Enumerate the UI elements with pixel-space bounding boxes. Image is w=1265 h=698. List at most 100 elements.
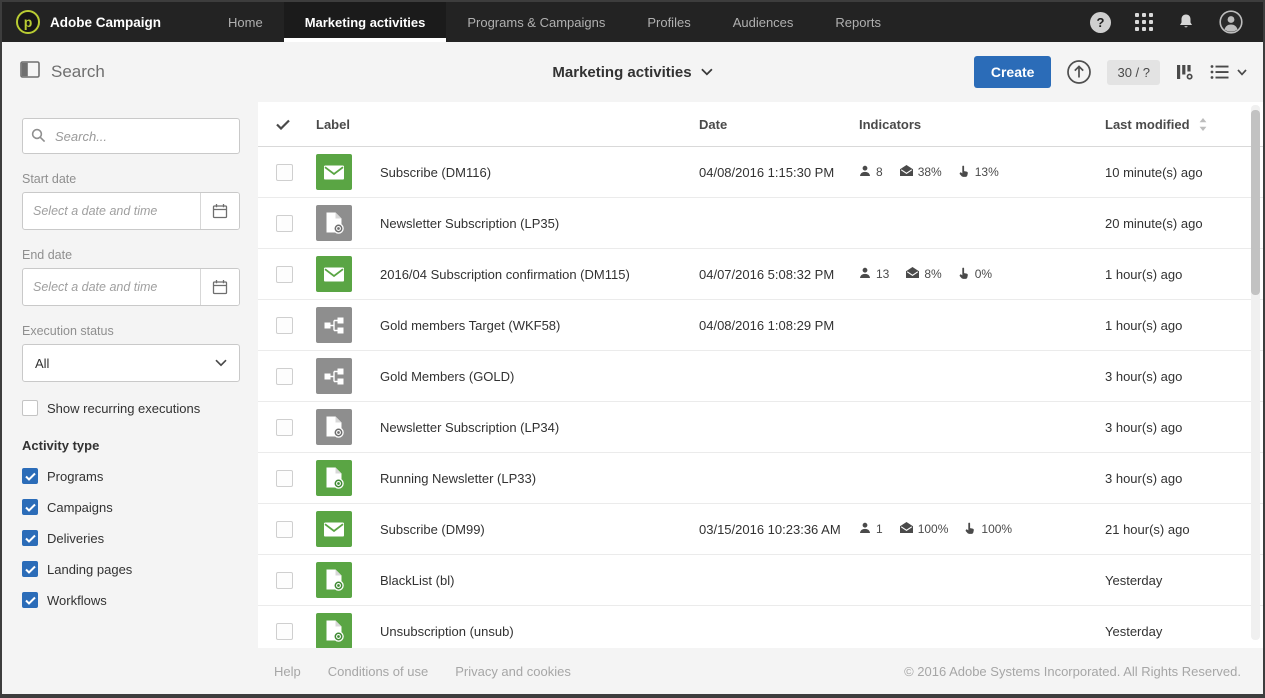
row-date: 04/07/2016 5:08:32 PM (699, 266, 835, 282)
nav-item-reports[interactable]: Reports (814, 2, 902, 42)
click-rate-icon (959, 165, 970, 180)
click-rate-indicator: 13% (959, 165, 999, 180)
footer-link-privacy-and-cookies[interactable]: Privacy and cookies (455, 664, 571, 679)
sort-icon[interactable] (1199, 117, 1207, 131)
activity-type-campaigns[interactable]: Campaigns (22, 499, 240, 515)
activity-type-programs[interactable]: Programs (22, 468, 240, 484)
email-icon (316, 154, 352, 190)
help-icon[interactable]: ? (1090, 11, 1111, 33)
start-date-input[interactable] (23, 193, 200, 229)
start-date-label: Start date (22, 172, 77, 186)
notifications-bell-icon[interactable] (1177, 13, 1195, 31)
table-row[interactable]: BlackList (bl) Yesterday (258, 555, 1263, 606)
execution-status-label: Execution status (22, 324, 114, 338)
table-row[interactable]: Unsubscription (unsub) Yesterday (258, 606, 1263, 648)
table-row[interactable]: 2016/04 Subscription confirmation (DM115… (258, 249, 1263, 300)
audience-icon (859, 267, 871, 282)
select-all-check-icon[interactable] (276, 119, 316, 130)
activity-type-workflows[interactable]: Workflows (22, 592, 240, 608)
context-selector[interactable]: Marketing activities (552, 63, 713, 81)
recurring-executions-checkbox-row[interactable]: Show recurring executions (22, 400, 240, 416)
search-input[interactable] (22, 118, 240, 154)
column-header-date[interactable]: Date (699, 117, 859, 132)
adobe-campaign-app: p Adobe Campaign Home Marketing activitie… (0, 0, 1265, 698)
row-indicators: 8 38% 13% (859, 165, 1105, 180)
indicator-value: 38% (917, 165, 942, 179)
top-nav-bar: p Adobe Campaign Home Marketing activitie… (2, 2, 1263, 42)
table-row[interactable]: Gold members Target (WKF58) 04/08/2016 1:… (258, 300, 1263, 351)
column-header-indicators[interactable]: Indicators (859, 117, 1105, 132)
indicator-value: 13 (876, 267, 890, 281)
activity-type-label: Workflows (47, 592, 107, 608)
activity-type-landing-pages[interactable]: Landing pages (22, 561, 240, 577)
toolbar: Search Marketing activities Create 30 / … (2, 42, 1263, 102)
scrollbar-thumb[interactable] (1251, 110, 1260, 295)
nav-item-programs-campaigns[interactable]: Programs & Campaigns (446, 2, 626, 42)
open-rate-icon (906, 267, 920, 281)
column-header-last-modified[interactable]: Last modified (1105, 117, 1255, 132)
column-header-label[interactable]: Label (316, 117, 699, 132)
landing-page-icon (316, 460, 352, 496)
row-last-modified: 1 hour(s) ago (1105, 266, 1183, 282)
end-date-label: End date (22, 248, 73, 262)
nav-item-marketing-activities[interactable]: Marketing activities (283, 2, 447, 42)
context-selector-label: Marketing activities (552, 63, 692, 81)
search-panel-header[interactable]: Search (2, 61, 105, 83)
apps-grid-icon[interactable] (1135, 13, 1153, 31)
adobe-campaign-logo-icon[interactable]: p (16, 10, 40, 34)
checkbox-landing-pages[interactable] (22, 561, 38, 577)
row-checkbox[interactable] (276, 571, 293, 589)
create-button[interactable]: Create (973, 56, 1052, 88)
checkbox-deliveries[interactable] (22, 530, 38, 546)
row-icon-cell (316, 256, 380, 292)
audience-icon (859, 165, 871, 180)
end-date-input[interactable] (23, 269, 200, 305)
table-row[interactable]: Running Newsletter (LP33) 3 hour(s) ago (258, 453, 1263, 504)
row-checkbox[interactable] (276, 214, 293, 232)
open-rate-indicator: 8% (906, 267, 942, 281)
row-checkbox[interactable] (276, 163, 293, 181)
row-checkbox[interactable] (276, 520, 293, 538)
sidebar-toggle-icon[interactable] (20, 61, 40, 83)
row-checkbox[interactable] (276, 469, 293, 487)
activity-type-deliveries[interactable]: Deliveries (22, 530, 240, 546)
view-selector[interactable] (1210, 64, 1247, 80)
row-icon-cell (316, 205, 380, 241)
sidebar-search (22, 118, 240, 154)
row-checkbox[interactable] (276, 265, 293, 283)
row-label: Newsletter Subscription (LP34) (380, 419, 560, 435)
checkbox-campaigns[interactable] (22, 499, 38, 515)
row-label: Running Newsletter (LP33) (380, 470, 537, 486)
end-date-calendar-button[interactable] (200, 269, 239, 305)
start-date-calendar-button[interactable] (200, 193, 239, 229)
row-checkbox[interactable] (276, 367, 293, 385)
account-avatar-icon[interactable] (1219, 10, 1243, 34)
footer-link-conditions-of-use[interactable]: Conditions of use (328, 664, 428, 679)
table-row[interactable]: Newsletter Subscription (LP35) 20 minute(… (258, 198, 1263, 249)
footer-link-help[interactable]: Help (274, 664, 301, 679)
nav-item-home[interactable]: Home (207, 2, 284, 42)
deploy-icon[interactable] (1066, 59, 1092, 85)
landing-page-icon (316, 409, 352, 445)
checkbox-programs[interactable] (22, 468, 38, 484)
row-last-modified: 21 hour(s) ago (1105, 521, 1190, 537)
configure-columns-icon[interactable] (1175, 62, 1195, 82)
row-indicators: 1 100% 100% (859, 522, 1105, 537)
checkbox-workflows[interactable] (22, 592, 38, 608)
table-row[interactable]: Gold Members (GOLD) 3 hour(s) ago (258, 351, 1263, 402)
table-row[interactable]: Newsletter Subscription (LP34) 3 hour(s) … (258, 402, 1263, 453)
row-checkbox[interactable] (276, 418, 293, 436)
row-checkbox[interactable] (276, 622, 293, 640)
indicator-value: 0% (974, 267, 993, 281)
open-rate-icon (899, 165, 913, 179)
recurring-checkbox[interactable] (22, 400, 38, 416)
table-row[interactable]: Subscribe (DM116) 04/08/2016 1:15:30 PM 8 3… (258, 147, 1263, 198)
table-row[interactable]: Subscribe (DM99) 03/15/2016 10:23:36 AM 1 1… (258, 504, 1263, 555)
nav-item-profiles[interactable]: Profiles (626, 2, 711, 42)
row-label: Subscribe (DM99) (380, 521, 485, 537)
row-checkbox[interactable] (276, 316, 293, 334)
execution-status-select[interactable]: All (22, 344, 240, 382)
vertical-scrollbar[interactable] (1251, 105, 1260, 640)
nav-item-audiences[interactable]: Audiences (712, 2, 815, 42)
row-label: Newsletter Subscription (LP35) (380, 215, 560, 231)
